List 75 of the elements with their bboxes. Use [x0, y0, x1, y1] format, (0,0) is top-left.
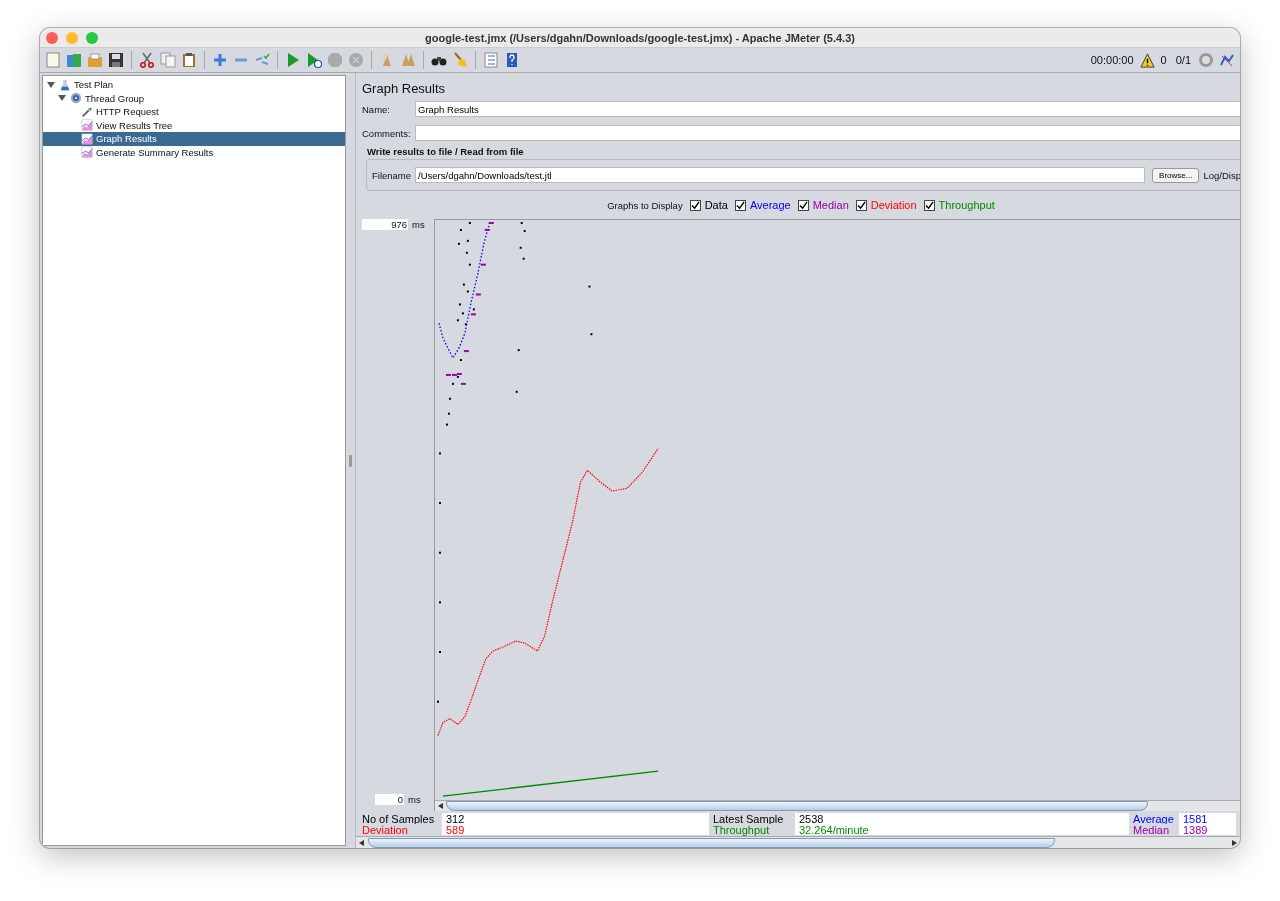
stat-value: 1389	[1183, 823, 1208, 836]
checkbox-label: Average	[749, 199, 791, 211]
clear-all-icon[interactable]	[400, 52, 416, 68]
stat-value: 2538	[799, 812, 824, 825]
axis-min-value: 0	[375, 794, 404, 805]
checkbox-label: Throughput	[938, 199, 995, 211]
stat-label: No of Samples	[362, 812, 442, 825]
panel-title: Graph Results	[362, 81, 447, 96]
checkbox[interactable]	[923, 199, 935, 211]
checkbox-label: Deviation	[870, 199, 917, 211]
checkbox-label: Median	[812, 199, 849, 211]
scrollbar-thumb[interactable]	[368, 837, 1055, 848]
start-icon[interactable]	[285, 52, 301, 68]
checkbox[interactable]	[689, 199, 701, 211]
chart-icon	[81, 132, 93, 145]
plus-icon[interactable]	[212, 52, 228, 68]
graphs-label: Graphs to Display	[607, 199, 683, 211]
close-icon[interactable]	[46, 31, 58, 44]
field-label: Comments:	[362, 127, 412, 139]
tree-item[interactable]: Generate Summary Results	[43, 145, 345, 159]
field-label: Filename	[372, 169, 412, 181]
scrollbar-thumb[interactable]	[446, 801, 1148, 811]
stat-label: Average	[1133, 812, 1179, 825]
checkbox[interactable]	[797, 199, 809, 211]
splitter-handle[interactable]	[349, 454, 352, 467]
chart-icon	[81, 146, 93, 159]
stat-value: 312	[446, 812, 465, 825]
scroll-right-icon[interactable]	[1232, 839, 1237, 846]
save-icon[interactable]	[108, 52, 124, 68]
checkbox-label: Data	[704, 199, 728, 211]
cut-icon[interactable]	[139, 52, 155, 68]
paste-icon[interactable]	[181, 52, 197, 68]
window-title: google-test.jmx (/Users/dgahn/Downloads/google-test.jmx) - Apache JMeter (5.4.3)	[425, 31, 855, 44]
axis-unit: ms	[412, 219, 425, 230]
stat-label: Latest Sample	[713, 812, 795, 825]
warning-count: 0	[1160, 54, 1167, 66]
list-icon[interactable]	[483, 52, 499, 68]
gear-icon	[70, 92, 82, 105]
axis-max-value: 976	[362, 219, 408, 230]
start-no-pauses-icon[interactable]	[306, 52, 322, 68]
tree-item[interactable]: Test Plan	[43, 78, 345, 92]
broom-icon[interactable]	[452, 52, 468, 68]
flask-icon	[59, 78, 71, 91]
help-icon[interactable]	[504, 52, 520, 68]
filename-field[interactable]: /Users/dgahn/Downloads/test.jtl	[415, 167, 1146, 183]
stat-value: 1581	[1183, 812, 1208, 825]
checkbox[interactable]	[734, 199, 746, 211]
field-label: Name:	[362, 103, 391, 115]
shutdown-icon[interactable]	[348, 52, 364, 68]
open-folder-icon[interactable]	[87, 52, 103, 68]
checkbox[interactable]	[855, 199, 867, 211]
pipette-icon	[81, 105, 93, 118]
copy-icon[interactable]	[160, 52, 176, 68]
elapsed-time: 00:00:00	[1090, 54, 1134, 66]
tree-item[interactable]: View Results Tree	[43, 118, 345, 132]
chart-icon	[81, 119, 93, 132]
toggle-icon[interactable]	[254, 52, 270, 68]
stop-icon[interactable]	[327, 52, 343, 68]
name-field[interactable]: Graph Results	[415, 101, 1240, 117]
tree-item[interactable]: Graph Results	[43, 132, 345, 146]
group-title: Write results to file / Read from file	[367, 146, 525, 157]
comments-field[interactable]	[415, 125, 1240, 141]
tree-item[interactable]: Thread Group	[43, 91, 345, 105]
axis-unit: ms	[408, 794, 421, 805]
browse-button[interactable]: Browse...	[1152, 167, 1200, 183]
new-document-icon[interactable]	[45, 52, 61, 68]
zoom-icon[interactable]	[86, 31, 98, 44]
tree-item[interactable]: HTTP Request	[43, 105, 345, 119]
lifebuoy-icon[interactable]	[1198, 52, 1214, 68]
thread-count: 0/1	[1175, 54, 1191, 66]
stat-value: 32.264/minute	[799, 823, 869, 836]
templates-icon[interactable]	[66, 52, 82, 68]
checkbox-label: Log/Disp	[1203, 169, 1240, 181]
warning-icon[interactable]	[1139, 52, 1155, 68]
stat-value: 589	[446, 823, 465, 836]
